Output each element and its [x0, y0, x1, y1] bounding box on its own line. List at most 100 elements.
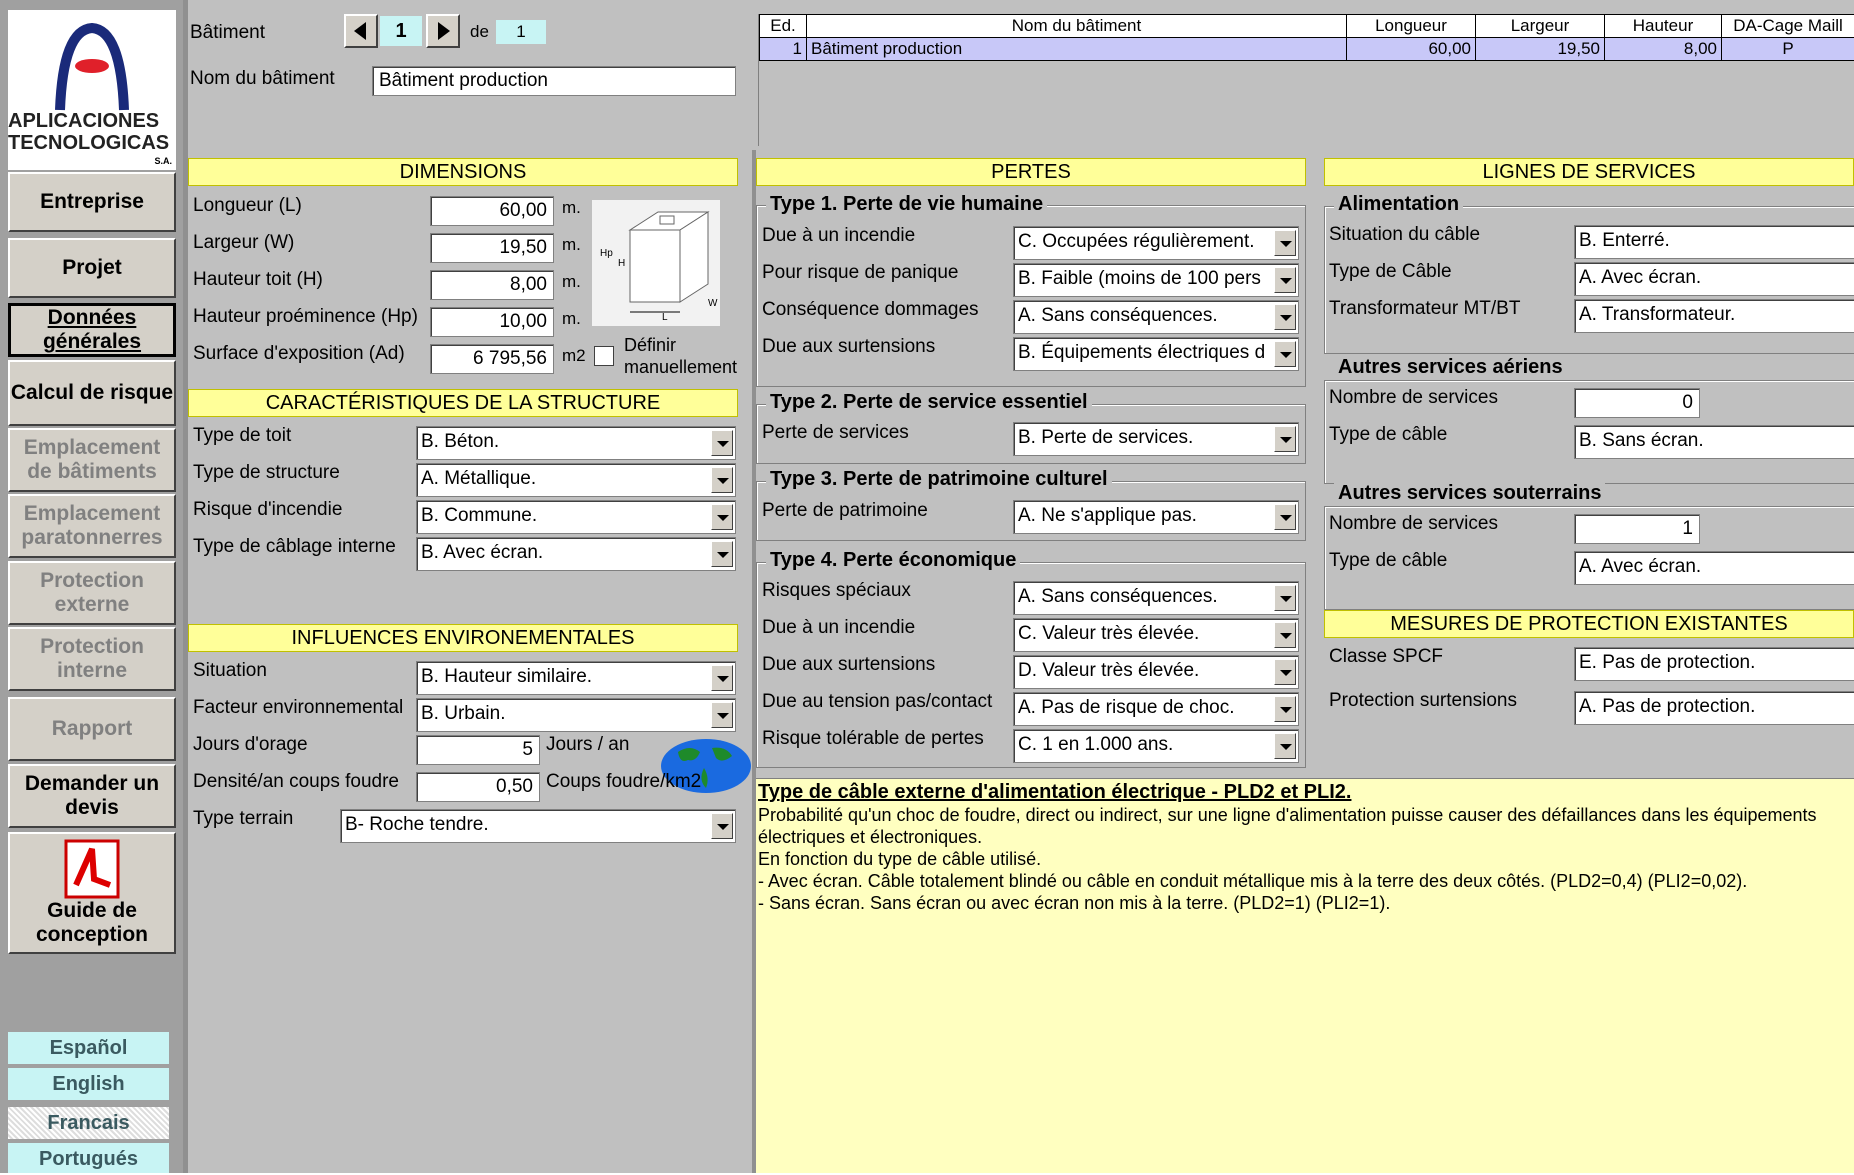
aerial-n-input[interactable]: 0 — [1574, 388, 1700, 418]
factor-select[interactable]: B. Urbain. — [416, 698, 736, 732]
lang-portugues[interactable]: Portugués — [8, 1143, 169, 1173]
chevron-down-icon[interactable] — [711, 467, 733, 493]
struct-select[interactable]: A. Métallique. — [416, 463, 736, 497]
nav-demander-devis[interactable]: Demander un devis — [8, 764, 176, 828]
cable-type-select[interactable]: A. Avec écran. — [1574, 262, 1854, 296]
lang-espanol[interactable]: Español — [8, 1032, 169, 1064]
nav-emplacement-batiments[interactable]: Emplacement de bâtiments — [8, 428, 176, 492]
cell-largeur[interactable]: 19,50 — [1476, 38, 1605, 61]
prev-building-button[interactable] — [344, 14, 378, 48]
chevron-down-icon[interactable] — [1274, 267, 1296, 293]
building-name-input[interactable]: Bâtiment production — [372, 66, 736, 96]
width-label: Largeur (W) — [193, 232, 294, 254]
height-input[interactable]: 8,00 — [430, 270, 554, 300]
spcf-select[interactable]: E. Pas de protection. — [1574, 647, 1854, 681]
chevron-down-icon[interactable] — [1274, 733, 1296, 759]
t1-cons-select[interactable]: A. Sans conséquences. — [1013, 300, 1299, 334]
svg-text:Hp: Hp — [600, 248, 613, 259]
cell-da[interactable]: P — [1722, 38, 1854, 61]
height-label: Hauteur toit (H) — [193, 269, 323, 291]
type3-title: Type 3. Perte de patrimoine culturel — [766, 468, 1112, 491]
protection-header: MESURES DE PROTECTION EXISTANTES — [1324, 610, 1854, 638]
triangle-right-icon — [428, 16, 458, 46]
cell-longueur[interactable]: 60,00 — [1347, 38, 1476, 61]
chevron-down-icon[interactable] — [1274, 230, 1296, 256]
t1-surge-select[interactable]: B. Équipements électriques d — [1013, 337, 1299, 371]
chevron-down-icon[interactable] — [1274, 341, 1296, 367]
chevron-down-icon[interactable] — [1274, 585, 1296, 611]
hp-input[interactable]: 10,00 — [430, 307, 554, 337]
density-input[interactable]: 0,50 — [416, 772, 540, 802]
under-n-input[interactable]: 1 — [1574, 514, 1700, 544]
wiring-select[interactable]: B. Avec écran. — [416, 537, 736, 571]
t4-special-select[interactable]: A. Sans conséquences. — [1013, 581, 1299, 615]
t2-value: B. Perte de services. — [1018, 427, 1193, 448]
t4-step-select[interactable]: A. Pas de risque de choc. — [1013, 692, 1299, 726]
buildings-table: Ed. Nom du bâtiment Longueur Largeur Hau… — [759, 14, 1854, 61]
type4-title: Type 4. Perte économique — [766, 549, 1020, 572]
chevron-down-icon[interactable] — [1274, 304, 1296, 330]
col-ed: Ed. — [760, 15, 807, 38]
next-building-button[interactable] — [426, 14, 460, 48]
cell-nom[interactable]: Bâtiment production — [807, 38, 1347, 61]
chevron-down-icon[interactable] — [1274, 504, 1296, 530]
t4-tol-select[interactable]: C. 1 en 1.000 ans. — [1013, 729, 1299, 763]
cell-hauteur[interactable]: 8,00 — [1605, 38, 1722, 61]
nav-guide-conception[interactable]: Guide de conception — [8, 832, 176, 954]
t2-select[interactable]: B. Perte de services. — [1013, 422, 1299, 456]
chevron-down-icon[interactable] — [711, 541, 733, 567]
logo-text: APLICACIONES TECNOLOGICAS — [8, 110, 176, 154]
nav-calcul-risque[interactable]: Calcul de risque — [8, 360, 176, 426]
lang-francais[interactable]: Francais — [8, 1107, 169, 1139]
surge-protection-select[interactable]: A. Pas de protection. — [1574, 691, 1854, 725]
triangle-left-icon — [346, 16, 376, 46]
building-index[interactable]: 1 — [380, 16, 422, 46]
logo-suffix: S.A. — [154, 156, 172, 166]
area-input[interactable]: 6 795,56 — [430, 344, 554, 374]
cell-ed[interactable]: 1 — [760, 38, 807, 61]
transfo-select[interactable]: A. Transformateur. — [1574, 299, 1854, 333]
t3-select[interactable]: A. Ne s'applique pas. — [1013, 500, 1299, 534]
chevron-down-icon[interactable] — [711, 665, 733, 691]
chevron-down-icon[interactable] — [711, 702, 733, 728]
t1-panic-select[interactable]: B. Faible (moins de 100 pers — [1013, 263, 1299, 297]
chevron-down-icon[interactable] — [711, 813, 733, 839]
nav-rapport[interactable]: Rapport — [8, 697, 176, 761]
t3-value: A. Ne s'applique pas. — [1018, 505, 1197, 526]
box-diagram-icon: Hp H L W — [592, 200, 720, 326]
chevron-down-icon[interactable] — [1274, 659, 1296, 685]
cable-sit-select[interactable]: B. Enterré. — [1574, 225, 1854, 259]
nav-donnees-generales[interactable]: Données générales — [8, 303, 176, 357]
aerial-cable-select[interactable]: B. Sans écran. — [1574, 425, 1854, 459]
fire-select[interactable]: B. Commune. — [416, 500, 736, 534]
chevron-down-icon[interactable] — [1274, 696, 1296, 722]
manual-checkbox[interactable] — [594, 346, 614, 366]
terrain-select[interactable]: B- Roche tendre. — [340, 809, 736, 843]
nav-projet[interactable]: Projet — [8, 238, 176, 298]
lang-english[interactable]: English — [8, 1068, 169, 1100]
nav-entreprise[interactable]: Entreprise — [8, 172, 176, 232]
roof-select[interactable]: B. Béton. — [416, 426, 736, 460]
storm-input[interactable]: 5 — [416, 735, 540, 765]
nav-protection-externe[interactable]: Protection externe — [8, 561, 176, 625]
nav-emplacement-paratonnerres[interactable]: Emplacement paratonnerres — [8, 494, 176, 558]
t1-fire-select[interactable]: C. Occupées régulièrement. — [1013, 226, 1299, 260]
building-label: Bâtiment — [190, 22, 265, 44]
chevron-down-icon[interactable] — [1274, 426, 1296, 452]
t1-panic-label: Pour risque de panique — [762, 262, 958, 284]
nav-protection-interne[interactable]: Protection interne — [8, 627, 176, 691]
chevron-down-icon[interactable] — [1274, 622, 1296, 648]
situation-select[interactable]: B. Hauteur similaire. — [416, 661, 736, 695]
situation-label: Situation — [193, 660, 267, 682]
width-input[interactable]: 19,50 — [430, 233, 554, 263]
t4-fire-select[interactable]: C. Valeur très élevée. — [1013, 618, 1299, 652]
power-title: Alimentation — [1334, 193, 1463, 216]
table-row[interactable]: 1 Bâtiment production 60,00 19,50 8,00 P — [760, 38, 1854, 61]
chevron-down-icon[interactable] — [711, 430, 733, 456]
under-cable-select[interactable]: A. Avec écran. — [1574, 551, 1854, 585]
t4-surge-select[interactable]: D. Valeur très élevée. — [1013, 655, 1299, 689]
length-input[interactable]: 60,00 — [430, 196, 554, 226]
t2-label: Perte de services — [762, 422, 909, 444]
chevron-down-icon[interactable] — [711, 504, 733, 530]
col-nom: Nom du bâtiment — [807, 15, 1347, 38]
